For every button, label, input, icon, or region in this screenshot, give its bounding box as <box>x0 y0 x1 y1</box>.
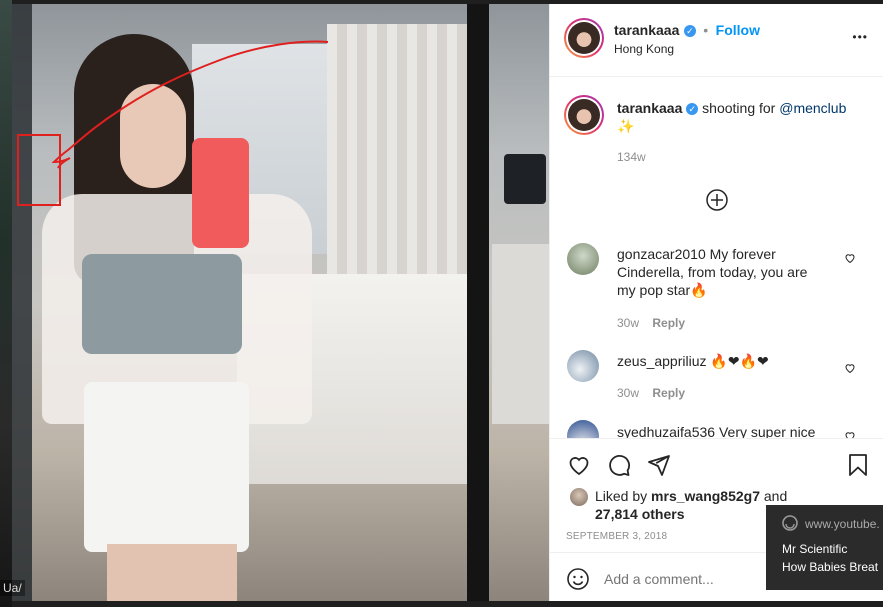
header-avatar[interactable] <box>564 18 604 58</box>
overlay-site-icon <box>782 515 798 531</box>
dot-separator: • <box>703 22 709 38</box>
caption-text: shooting for <box>702 100 776 116</box>
like-heart-icon[interactable] <box>566 453 592 477</box>
overlay-channel: Mr Scientific <box>782 542 848 556</box>
more-options-icon[interactable]: ••• <box>852 30 868 44</box>
likes-others[interactable]: 27,814 others <box>595 506 685 522</box>
liker-avatar[interactable] <box>570 488 588 506</box>
comment-bubble-icon[interactable] <box>606 453 632 477</box>
comment-username[interactable]: gonzacar2010 <box>617 246 706 262</box>
caption-avatar[interactable] <box>564 95 604 135</box>
reply-button[interactable]: Reply <box>652 316 685 330</box>
comment-meta: 30w Reply <box>617 386 685 400</box>
caption-time[interactable]: 134w <box>617 150 646 164</box>
share-paper-plane-icon[interactable] <box>646 453 672 477</box>
comments-scroll-area[interactable]: tarankaaa ✓ shooting for @menclub ✨ 134w… <box>550 77 883 438</box>
header-location[interactable]: Hong Kong <box>614 42 674 56</box>
comment: syedhuzaifa536 Very super nice <box>617 423 827 438</box>
caption: tarankaaa ✓ shooting for @menclub ✨ <box>617 99 857 135</box>
post-header: tarankaaa ✓ • Follow Hong Kong ••• <box>550 4 883 77</box>
likes-user[interactable]: mrs_wang852g7 <box>651 488 760 504</box>
commenter-avatar[interactable] <box>567 420 599 438</box>
comment-like-heart-icon[interactable] <box>844 362 856 374</box>
comment-text: 🔥❤🔥❤ <box>710 353 769 369</box>
commenter-avatar[interactable] <box>567 243 599 275</box>
load-more-comments-icon[interactable] <box>706 189 728 211</box>
host-url-label: Ua/ <box>0 580 25 596</box>
comment: zeus_appriliuz 🔥❤🔥❤ <box>617 352 827 370</box>
verified-badge-icon: ✓ <box>686 103 699 116</box>
comment-time[interactable]: 30w <box>617 316 639 330</box>
header-username-row: tarankaaa ✓ • Follow <box>614 22 760 40</box>
emoji-smiley-icon[interactable] <box>566 567 590 591</box>
caption-username[interactable]: tarankaaa <box>617 100 682 116</box>
reply-button[interactable]: Reply <box>652 386 685 400</box>
verified-badge-icon: ✓ <box>683 24 696 37</box>
comment-username[interactable]: zeus_appriliuz <box>617 353 707 369</box>
red-annotation-box <box>17 134 61 206</box>
comment-like-heart-icon[interactable] <box>844 252 856 264</box>
comment-text: Very super nice <box>718 424 816 438</box>
sparkles-emoji: ✨ <box>617 118 635 134</box>
comment-time[interactable]: 30w <box>617 386 639 400</box>
add-comment-input[interactable] <box>602 567 776 591</box>
red-annotation-line <box>51 40 329 169</box>
likes-prefix: Liked by <box>595 488 648 504</box>
comment-meta: 30w Reply <box>617 316 685 330</box>
comment: gonzacar2010 My forever Cinderella, from… <box>617 245 827 299</box>
comment-username[interactable]: syedhuzaifa536 <box>617 424 715 438</box>
header-username[interactable]: tarankaaa <box>614 22 679 38</box>
youtube-overlay-popup[interactable]: www.youtube. Mr Scientific How Babies Br… <box>766 505 883 590</box>
save-bookmark-icon[interactable] <box>846 452 870 478</box>
overlay-video-title: How Babies Breat <box>782 560 879 574</box>
follow-button[interactable]: Follow <box>716 22 760 38</box>
commenter-avatar[interactable] <box>567 350 599 382</box>
overlay-site-url: www.youtube. <box>805 517 880 531</box>
caption-mention[interactable]: @menclub <box>779 100 846 116</box>
comment-like-heart-icon[interactable] <box>844 430 856 438</box>
likes-and: and <box>763 488 788 504</box>
post-date[interactable]: SEPTEMBER 3, 2018 <box>566 531 667 542</box>
